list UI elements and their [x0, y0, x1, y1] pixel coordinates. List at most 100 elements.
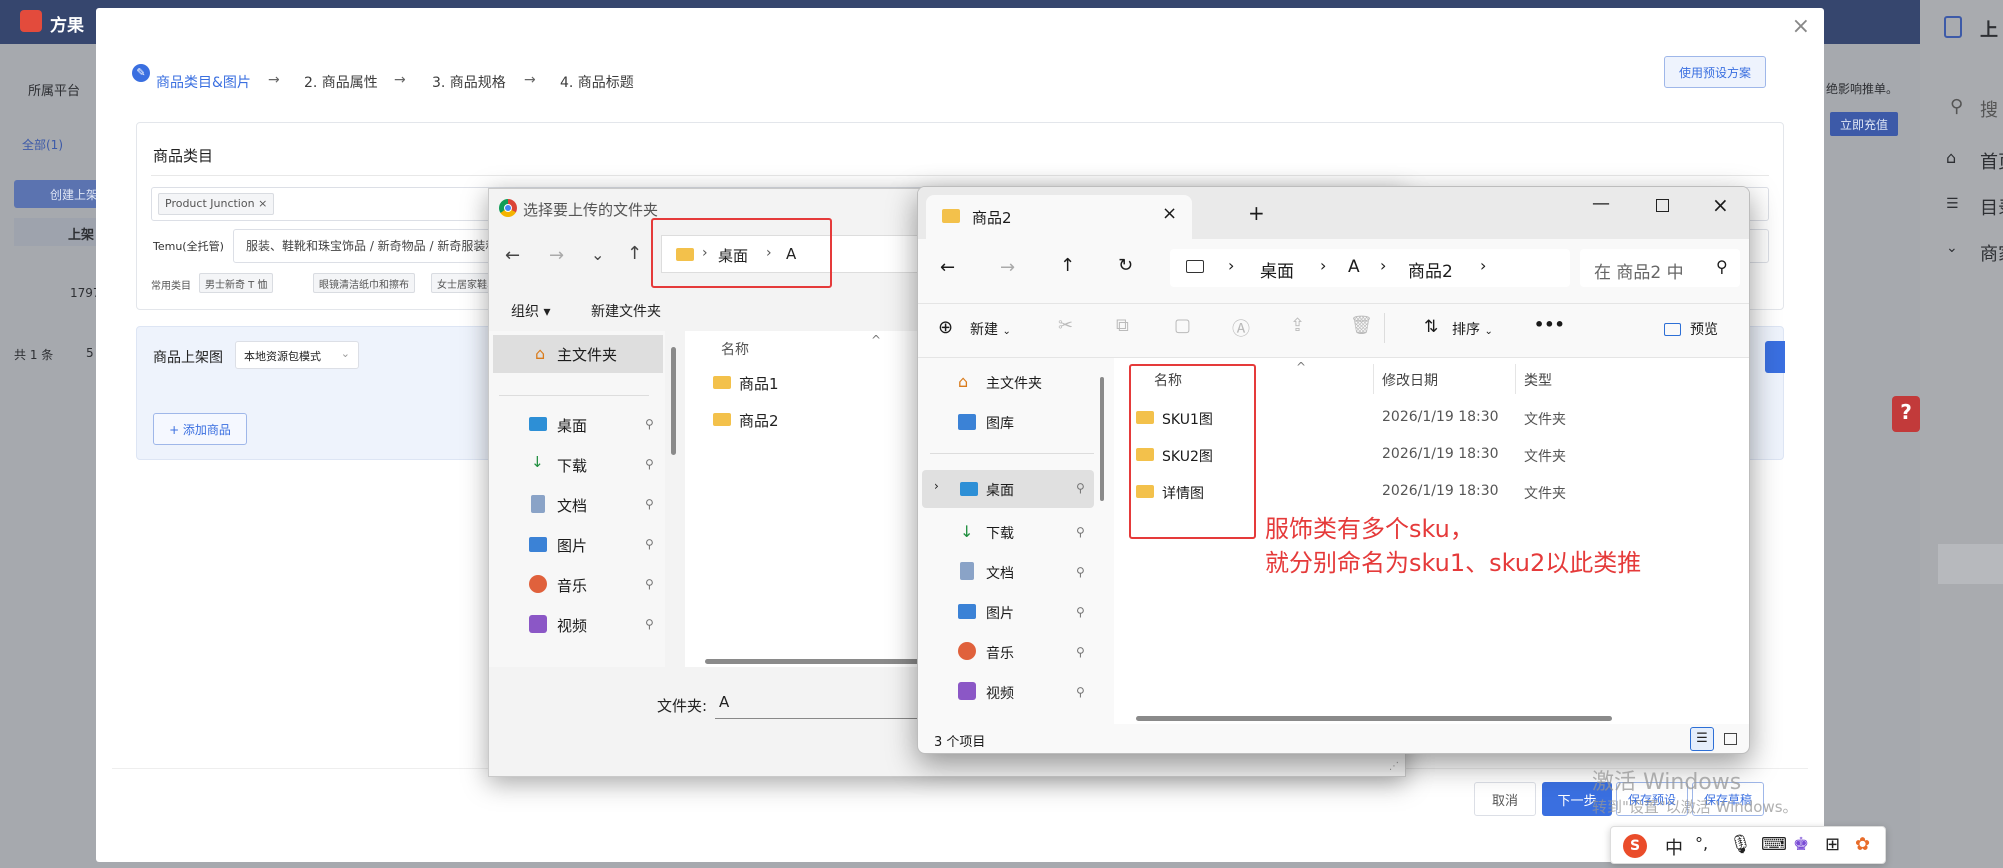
up-icon[interactable]: ↑: [627, 243, 642, 264]
right-home[interactable]: 首页: [1980, 148, 2003, 174]
tab-all[interactable]: 全部(1): [22, 136, 63, 153]
sidebar-item-home[interactable]: ⌂ 主文件夹: [493, 335, 663, 373]
help-icon[interactable]: ?: [1892, 396, 1920, 432]
back-icon[interactable]: ←: [940, 257, 955, 278]
minimize-icon[interactable]: —: [1592, 193, 1610, 214]
sidebar-item-gallery[interactable]: 图库: [986, 413, 1014, 433]
collapsed-button[interactable]: [1765, 341, 1785, 373]
organize-menu[interactable]: 组织 ▾: [511, 301, 550, 321]
sidebar-item-downloads[interactable]: 下载: [557, 455, 587, 476]
more-options-button[interactable]: •••: [1534, 315, 1565, 334]
skin-icon[interactable]: ✿: [1855, 834, 1870, 855]
recharge-button[interactable]: 立即充值: [1830, 112, 1898, 136]
forward-icon[interactable]: →: [1000, 257, 1015, 278]
close-window-icon[interactable]: ×: [1712, 193, 1729, 217]
sidebar-item-documents[interactable]: 文档: [557, 495, 587, 516]
document-icon: [531, 495, 545, 513]
page-size[interactable]: 5: [86, 346, 94, 360]
sidebar-item-videos[interactable]: 视频: [557, 615, 587, 636]
step-title[interactable]: 4. 商品标题: [560, 72, 634, 92]
ime-mode[interactable]: 中: [1665, 834, 1683, 860]
sogou-logo-icon[interactable]: S: [1623, 834, 1647, 858]
column-type-header[interactable]: 类型: [1524, 370, 1552, 390]
arrow-right-icon: →: [268, 72, 280, 88]
close-icon[interactable]: ×: [1792, 14, 1810, 39]
back-icon[interactable]: ←: [505, 245, 520, 266]
sidebar-item-music[interactable]: 音乐: [557, 575, 587, 596]
computer-icon: [1186, 260, 1204, 273]
shirt-icon[interactable]: ♚: [1793, 834, 1809, 855]
sidebar-scrollbar[interactable]: [1100, 377, 1104, 501]
right-catalog[interactable]: 目录: [1980, 194, 2003, 220]
common-category-tag[interactable]: 眼镜清洁纸巾和擦布: [313, 273, 415, 293]
right-search-icon[interactable]: ⚲: [1950, 96, 1963, 117]
grid-icon[interactable]: ⊞: [1825, 834, 1840, 855]
copy-icon[interactable]: ⧉: [1116, 315, 1129, 336]
file-item-product1[interactable]: 商品1: [739, 373, 779, 394]
use-preset-button[interactable]: 使用预设方案: [1664, 56, 1766, 88]
sidebar-item-pictures[interactable]: 图片: [557, 535, 587, 556]
new-button[interactable]: 新建 ⌄: [970, 319, 1011, 339]
file-item-product2[interactable]: 商品2: [739, 410, 779, 431]
preview-button[interactable]: 预览: [1690, 319, 1718, 339]
delete-icon[interactable]: 🗑: [1350, 315, 1373, 336]
new-tab-icon[interactable]: +: [1248, 201, 1265, 225]
maximize-icon[interactable]: [1656, 199, 1669, 212]
column-date-header[interactable]: 修改日期: [1382, 370, 1438, 390]
microphone-icon[interactable]: 🎙: [1729, 834, 1752, 855]
forward-icon[interactable]: →: [549, 245, 564, 266]
add-product-button[interactable]: + 添加商品: [153, 413, 247, 445]
sidebar-item-pictures[interactable]: 图片: [986, 603, 1014, 623]
sidebar-item-documents[interactable]: 文档: [986, 563, 1014, 583]
add-icon: ⊕: [938, 317, 954, 338]
step-attributes[interactable]: 2. 商品属性: [304, 72, 378, 92]
sidebar-item-music[interactable]: 音乐: [986, 643, 1014, 663]
cancel-button[interactable]: 取消: [1474, 782, 1536, 816]
share-icon[interactable]: ⇪: [1290, 315, 1305, 336]
gallery-icon: [958, 414, 976, 430]
ime-punct[interactable]: °,: [1695, 834, 1708, 853]
sidebar-item-home[interactable]: 主文件夹: [986, 373, 1042, 393]
search-icon[interactable]: ⚲: [1716, 257, 1728, 276]
pin-icon: ⚲: [645, 537, 654, 551]
explorer-address-bar[interactable]: › 桌面 › A › 商品2 ›: [1170, 249, 1570, 287]
keyboard-icon[interactable]: ⌨: [1761, 834, 1787, 855]
sidebar-item-videos[interactable]: 视频: [986, 683, 1014, 703]
sidebar-item-downloads[interactable]: 下载: [986, 523, 1014, 543]
resize-grip-icon[interactable]: ⋰: [1389, 761, 1399, 772]
step-category-images[interactable]: 商品类目&图片: [156, 72, 251, 92]
file-explorer-window: 商品2 × + — × ← → ↑ ↻ › 桌面 › A › 商品2 › 在 商…: [917, 186, 1750, 754]
cut-icon[interactable]: ✂: [1058, 315, 1073, 336]
sort-button[interactable]: 排序 ⌄: [1452, 319, 1493, 339]
path-desktop[interactable]: 桌面: [1260, 257, 1294, 282]
explorer-search[interactable]: 在 商品2 中 ⚲: [1580, 249, 1740, 287]
chevron-right-icon: ›: [1480, 256, 1487, 275]
listing-mode-select[interactable]: 本地资源包模式 ⌄: [235, 341, 359, 369]
right-merchant[interactable]: 商家: [1980, 240, 2003, 266]
path-product2[interactable]: 商品2: [1408, 257, 1453, 282]
refresh-icon[interactable]: ↻: [1118, 255, 1133, 276]
horizontal-scrollbar[interactable]: [1136, 716, 1612, 721]
common-category-tag[interactable]: 男士新奇 T 恤: [199, 273, 274, 293]
up-icon[interactable]: ↑: [1060, 255, 1075, 276]
horizontal-scrollbar[interactable]: [705, 659, 925, 664]
step-specs[interactable]: 3. 商品规格: [432, 72, 506, 92]
sidebar-item-desktop[interactable]: 桌面: [557, 415, 587, 436]
chrome-icon: [499, 199, 517, 217]
chevron-down-icon[interactable]: ⌄: [591, 245, 604, 264]
details-view-icon[interactable]: ☰: [1690, 727, 1714, 751]
sidebar-item-desktop[interactable]: › 桌面 ⚲: [922, 470, 1094, 508]
tab-product2[interactable]: 商品2 ×: [926, 195, 1192, 239]
rename-icon[interactable]: Ⓐ: [1232, 315, 1250, 341]
desktop-icon: [960, 482, 978, 496]
create-listing-button[interactable]: 创建上架: [14, 180, 100, 208]
paste-icon[interactable]: ▢: [1174, 315, 1191, 336]
listing-image-label: 商品上架图: [153, 350, 223, 366]
close-tab-icon[interactable]: ×: [1162, 203, 1177, 224]
column-name-header[interactable]: 名称: [721, 339, 749, 359]
new-folder-button[interactable]: 新建文件夹: [591, 301, 661, 321]
path-a[interactable]: A: [1348, 257, 1360, 277]
sidebar-scrollbar[interactable]: [671, 347, 676, 455]
selected-category-tag[interactable]: Product Junction ×: [158, 193, 275, 215]
tiles-view-icon[interactable]: [1724, 733, 1737, 745]
